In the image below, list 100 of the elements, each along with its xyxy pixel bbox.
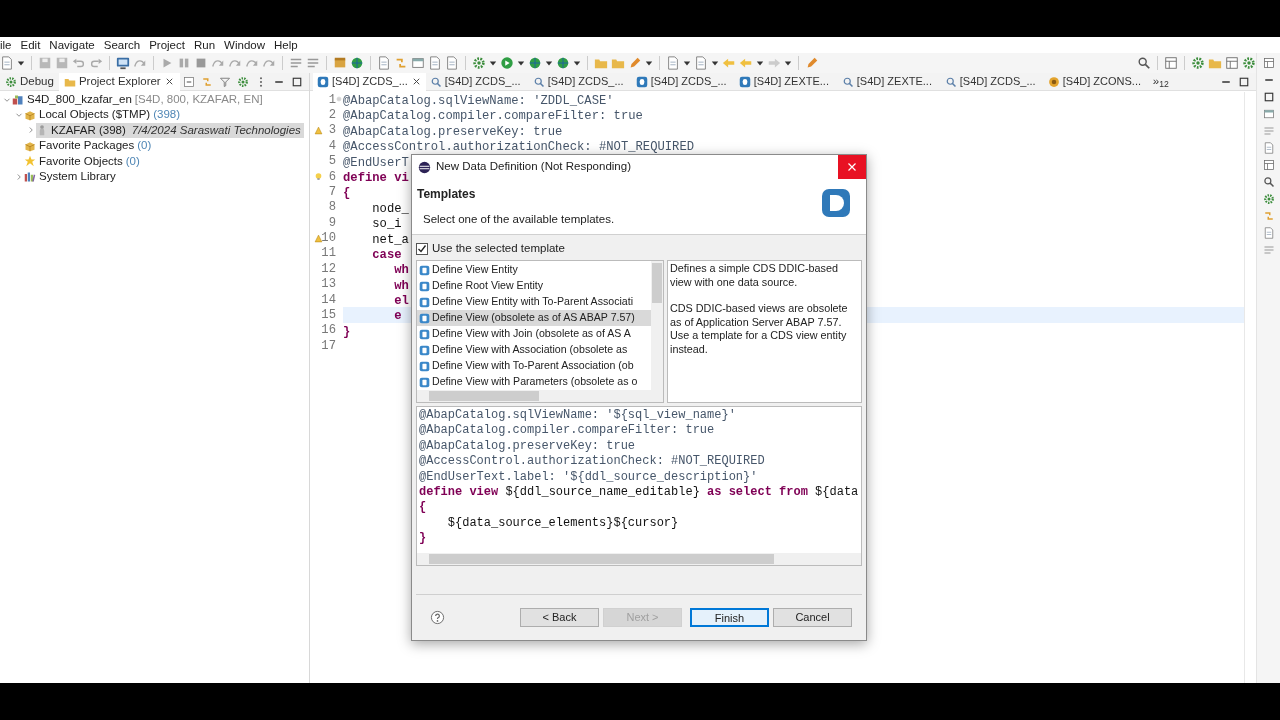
undo-icon[interactable]	[72, 56, 86, 70]
redo-icon[interactable]	[89, 56, 103, 70]
tree-item[interactable]: S4D_800_kzafar_en [S4D, 800, KZAFAR, EN]	[12, 92, 266, 108]
menu-item[interactable]: Search	[99, 37, 145, 53]
code-line: define vi	[343, 170, 409, 187]
gear-icon[interactable]	[1191, 56, 1205, 70]
monitor-icon[interactable]	[116, 56, 130, 70]
checkbox[interactable]	[416, 242, 428, 255]
pencil-icon[interactable]	[805, 56, 819, 70]
editor-tab[interactable]: [S4D] ZCDS_...	[631, 72, 735, 91]
vertical-scrollbar[interactable]	[651, 261, 663, 390]
list-icon[interactable]	[306, 56, 320, 70]
list-icon[interactable]	[1262, 125, 1275, 137]
save-icon[interactable]	[55, 56, 69, 70]
pause-icon[interactable]	[177, 56, 191, 70]
collapse-all-icon[interactable]	[183, 75, 195, 88]
code-line: @AbapCatalog.preserveKey: true	[419, 438, 637, 455]
code-line: @AbapCatalog.compiler.compareFilter: true	[343, 109, 643, 125]
search-icon[interactable]	[1262, 176, 1275, 188]
view-icon	[429, 75, 442, 88]
globe-icon[interactable]	[556, 56, 570, 70]
view-icon	[532, 75, 545, 88]
line-number: 6	[328, 168, 336, 186]
gear-icon[interactable]	[1242, 56, 1256, 70]
code-line: case	[371, 247, 402, 264]
checkbox-label[interactable]: Use the selected template	[432, 239, 565, 258]
dialog-button[interactable]: < Back	[520, 608, 599, 627]
editor-tab[interactable]: [S4D] ZCDS_...	[528, 72, 632, 91]
document-icon[interactable]	[445, 56, 459, 70]
editor-tab[interactable]: [S4D] ZCONS...	[1043, 72, 1147, 91]
list-icon[interactable]	[1262, 244, 1275, 256]
tree-label: KZAFAR (398)	[51, 122, 126, 138]
maximize-icon[interactable]	[291, 75, 303, 88]
tree-item[interactable]: Local Objects ($TMP) (398)	[24, 107, 184, 123]
template-item[interactable]: Define View with Association (obsolete as	[417, 342, 651, 358]
list-icon[interactable]	[289, 56, 303, 70]
menu-item[interactable]: Project	[144, 37, 190, 53]
save-icon[interactable]	[38, 56, 52, 70]
perspective-icon[interactable]	[1164, 56, 1178, 70]
template-item[interactable]: Define View (obsolete as of AS ABAP 7.57)	[417, 310, 651, 326]
gear-icon[interactable]	[472, 56, 486, 70]
editor-tab[interactable]: [S4D] ZEXTE...	[837, 72, 941, 91]
maximize-icon[interactable]	[1262, 91, 1275, 103]
stop-icon[interactable]	[194, 56, 208, 70]
package-icon[interactable]	[333, 56, 347, 70]
template-item[interactable]: Define View with Join (obsolete as of AS A	[417, 326, 651, 342]
maximize-icon[interactable]	[1238, 75, 1250, 88]
tree-item[interactable]: Favorite Objects (0)	[24, 153, 143, 169]
window-icon[interactable]	[1262, 108, 1275, 120]
menu-item[interactable]: Help	[269, 37, 303, 53]
code-line: }	[419, 531, 428, 547]
globe-icon[interactable]	[528, 56, 542, 70]
document-icon[interactable]	[1262, 142, 1275, 154]
description-text: Defines a simple CDS DDIC-based view with one data source.	[670, 262, 839, 290]
menu-item[interactable]: ile	[0, 37, 16, 53]
editor-tab[interactable]: [S4D] ZEXTE...	[734, 72, 838, 91]
link-icon[interactable]	[201, 75, 213, 88]
dialog-button[interactable]: Cancel	[773, 608, 852, 627]
perspective-icon[interactable]	[1225, 56, 1239, 70]
template-item[interactable]: Define View with Parameters (obsolete as o	[417, 374, 651, 390]
filter-icon[interactable]	[219, 75, 231, 88]
help-icon[interactable]	[430, 610, 445, 625]
document-icon[interactable]	[377, 56, 391, 70]
tree-item[interactable]: System Library	[24, 168, 119, 185]
package-icon	[24, 109, 36, 122]
menu-item[interactable]: Run	[189, 37, 220, 53]
dialog-button[interactable]: Finish	[690, 608, 769, 627]
overflow-tabs[interactable]: »$_{12}$	[1146, 72, 1175, 91]
template-item[interactable]: Define View Entity with To-Parent Associati	[417, 294, 651, 310]
close-button[interactable]	[838, 155, 866, 179]
menu-item[interactable]: Navigate	[44, 37, 100, 53]
globe-icon[interactable]	[350, 56, 364, 70]
document-icon[interactable]	[1262, 227, 1275, 239]
line-number: 17	[321, 337, 336, 355]
menu-item[interactable]: Window	[219, 37, 270, 53]
line-number: 4	[328, 137, 336, 155]
window-icon[interactable]	[411, 56, 425, 70]
code-line: @AbapCatalog.compiler.compareFilter: true	[419, 423, 716, 439]
template-icon	[419, 312, 430, 324]
view-tab[interactable]: Debug	[0, 72, 59, 91]
link-icon[interactable]	[394, 56, 408, 70]
editor-tab[interactable]: [S4D] ZCDS_...	[940, 72, 1044, 91]
link-icon[interactable]	[1262, 210, 1275, 222]
template-item[interactable]: Define View Entity	[417, 262, 651, 278]
template-item[interactable]: Define Root View Entity	[417, 278, 651, 294]
gear-icon[interactable]	[237, 75, 249, 88]
perspective-icon[interactable]	[1262, 159, 1275, 171]
horizontal-scrollbar[interactable]	[417, 553, 861, 565]
editor-tab[interactable]: [S4D] ZCDS_...	[425, 72, 529, 91]
tree-item[interactable]: Favorite Packages (0)	[24, 138, 155, 154]
template-item[interactable]: Define View with To-Parent Association (ob	[417, 358, 651, 374]
template-icon	[419, 360, 430, 372]
perspective-icon[interactable]	[1262, 57, 1275, 69]
view-icon	[944, 75, 957, 88]
menu-item[interactable]: Edit	[16, 37, 45, 53]
document-icon[interactable]	[428, 56, 442, 70]
gear-icon[interactable]	[1262, 193, 1275, 205]
horizontal-scrollbar[interactable]	[417, 390, 663, 402]
tree-item[interactable]: KZAFAR (398) 7/4/2024 Saraswati Technologies	[36, 122, 304, 139]
search-icon[interactable]	[1137, 56, 1151, 70]
